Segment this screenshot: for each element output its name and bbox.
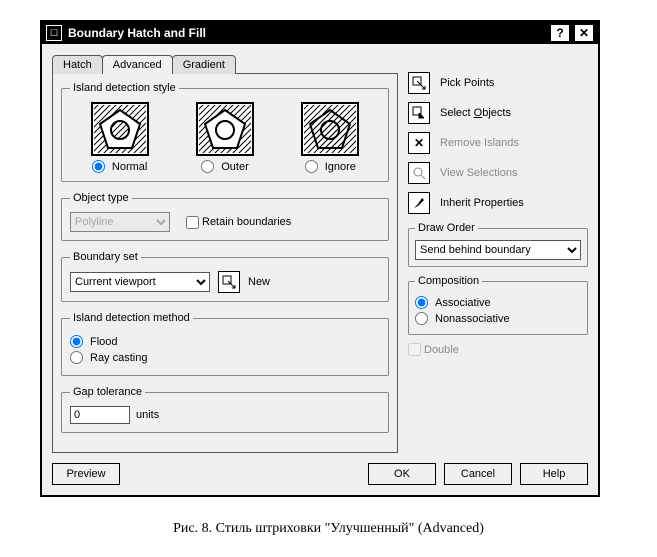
select-objects-button[interactable] [408, 102, 430, 124]
remove-islands-row: ✕ Remove Islands [408, 132, 588, 154]
retain-boundaries-check[interactable]: Retain boundaries [186, 216, 291, 229]
group-gap-tolerance: Gap tolerance units [61, 386, 389, 433]
inherit-props-row: Inherit Properties [408, 192, 588, 214]
view-selections-row: View Selections [408, 162, 588, 184]
group-boundary-set: Boundary set Current viewport [61, 251, 389, 302]
select-objects-row: Select Objects [408, 102, 588, 124]
detection-method-legend: Island detection method [70, 312, 193, 324]
help-button-bottom[interactable]: Help [520, 463, 588, 485]
assoc-label: Associative [435, 297, 491, 309]
island-outer-radio[interactable]: Outer [201, 160, 249, 173]
title-bar: ☐ Boundary Hatch and Fill ? ✕ [42, 22, 598, 44]
magnifier-icon [412, 166, 426, 180]
app-icon: ☐ [46, 25, 62, 41]
group-object-type: Object type Polyline Retain boundaries [61, 192, 389, 241]
object-type-select[interactable]: Polyline [70, 212, 170, 232]
double-check[interactable]: Double [408, 343, 588, 356]
close-button[interactable]: ✕ [574, 24, 594, 42]
select-objects-icon [412, 106, 426, 120]
left-column: Hatch Advanced Gradient Island detection… [52, 54, 398, 453]
dialog-window: ☐ Boundary Hatch and Fill ? ✕ Hatch Adva… [40, 20, 600, 497]
gap-tolerance-input[interactable] [70, 406, 130, 424]
island-style-legend: Island detection style [70, 82, 179, 94]
help-button[interactable]: ? [550, 24, 570, 42]
draw-order-select[interactable]: Send behind boundary [415, 240, 581, 260]
pick-arrow-icon [222, 275, 236, 289]
island-normal-label: Normal [112, 161, 147, 173]
island-ignore-preview [301, 102, 359, 156]
island-ignore-item: Ignore [301, 102, 359, 173]
pick-points-icon [412, 76, 426, 90]
island-ignore-label: Ignore [325, 161, 356, 173]
island-normal-radio[interactable]: Normal [92, 160, 147, 173]
select-objects-label: Select Objects [440, 107, 511, 119]
figure-caption: Рис. 8. Стиль штриховки "Улучшенный" (Ad… [40, 521, 617, 537]
object-type-legend: Object type [70, 192, 132, 204]
new-boundary-button[interactable] [218, 271, 240, 293]
tab-gradient[interactable]: Gradient [172, 55, 236, 74]
tab-strip: Hatch Advanced Gradient [52, 55, 398, 74]
nonassoc-label: Nonassociative [435, 313, 510, 325]
group-draw-order: Draw Order Send behind boundary [408, 222, 588, 267]
pick-points-button[interactable] [408, 72, 430, 94]
tab-page-advanced: Island detection style [52, 73, 398, 453]
retain-boundaries-label: Retain boundaries [202, 216, 291, 228]
nonassoc-radio[interactable]: Nonassociative [415, 312, 581, 325]
view-selections-button[interactable] [408, 162, 430, 184]
island-outer-preview [196, 102, 254, 156]
gap-units-label: units [136, 409, 159, 421]
preview-button[interactable]: Preview [52, 463, 120, 485]
remove-islands-label: Remove Islands [440, 137, 519, 149]
inherit-props-label: Inherit Properties [440, 197, 524, 209]
assoc-radio[interactable]: Associative [415, 296, 581, 309]
group-island-style: Island detection style [61, 82, 389, 182]
island-outer-item: Outer [196, 102, 254, 173]
boundary-set-legend: Boundary set [70, 251, 141, 263]
composition-legend: Composition [415, 275, 482, 287]
island-normal-item: Normal [91, 102, 149, 173]
tab-hatch[interactable]: Hatch [52, 55, 103, 74]
island-outer-label: Outer [221, 161, 249, 173]
ok-button[interactable]: OK [368, 463, 436, 485]
flood-radio[interactable]: Flood [70, 335, 380, 348]
island-ignore-radio[interactable]: Ignore [305, 160, 356, 173]
draw-order-legend: Draw Order [415, 222, 478, 234]
pick-points-label: Pick Points [440, 77, 494, 89]
boundary-set-select[interactable]: Current viewport [70, 272, 210, 292]
new-label: New [248, 276, 270, 288]
cancel-button[interactable]: Cancel [444, 463, 512, 485]
right-column: Pick Points Select Objects ✕ R [408, 54, 588, 453]
group-detection-method: Island detection method Flood Ray castin… [61, 312, 389, 376]
raycast-label: Ray casting [90, 352, 147, 364]
raycast-radio[interactable]: Ray casting [70, 351, 380, 364]
remove-islands-icon: ✕ [414, 136, 424, 150]
gap-tolerance-legend: Gap tolerance [70, 386, 145, 398]
view-selections-label: View Selections [440, 167, 517, 179]
tab-advanced[interactable]: Advanced [102, 55, 173, 74]
brush-icon [412, 196, 426, 210]
remove-islands-button[interactable]: ✕ [408, 132, 430, 154]
flood-label: Flood [90, 336, 118, 348]
inherit-props-button[interactable] [408, 192, 430, 214]
window-title: Boundary Hatch and Fill [68, 26, 546, 40]
group-composition: Composition Associative Nonassociative [408, 275, 588, 335]
double-label: Double [424, 344, 459, 356]
island-normal-preview [91, 102, 149, 156]
client-area: Hatch Advanced Gradient Island detection… [42, 44, 598, 495]
dialog-buttons: Preview OK Cancel Help [52, 463, 588, 485]
pick-points-row: Pick Points [408, 72, 588, 94]
